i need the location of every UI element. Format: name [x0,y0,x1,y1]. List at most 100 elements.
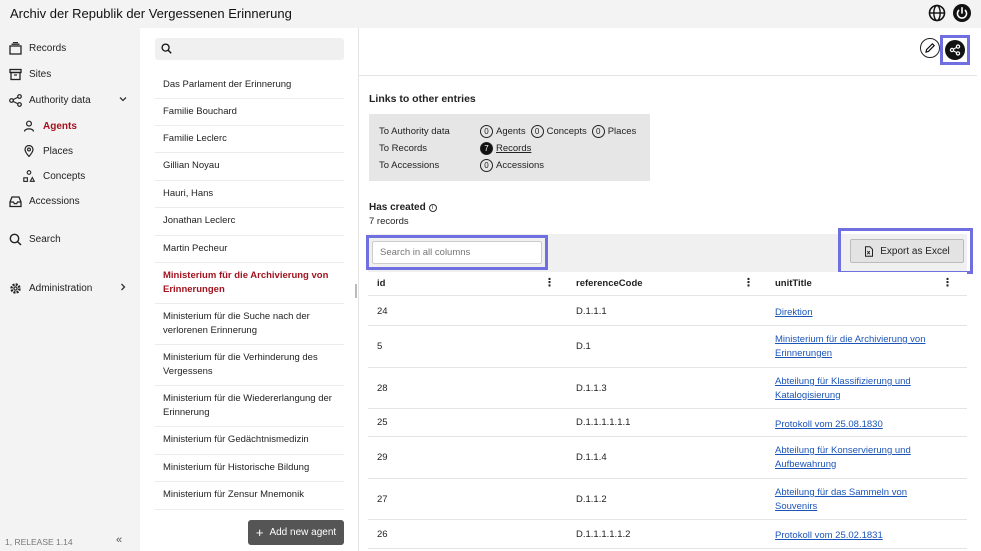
export-excel-button[interactable]: Export as Excel [850,239,964,263]
table-row[interactable]: 5 D.1 Ministerium für die Archivierung von… [368,326,967,368]
count-badge: 0 [530,124,544,138]
has-created-title: Has created i [369,202,437,213]
table-search-input[interactable] [372,241,542,264]
sidebar-item-agents[interactable]: Agents [22,117,132,135]
cell-unit-title-link[interactable]: Abteilung für Konservierung und Aufbewah… [775,444,945,471]
agent-list-item[interactable]: Ministerium für Gedächtnismedizin [163,433,338,447]
concepts-icon [22,169,36,183]
share-button[interactable] [945,40,965,60]
records-link[interactable]: Records [496,143,531,154]
resize-handle[interactable] [355,284,357,298]
column-header-referencecode[interactable]: referenceCode [576,278,643,289]
cell-reference-code: D.1.1.1.1.1.2 [576,529,631,540]
top-bar: Archiv der Republik der Vergessenen Erin… [0,0,981,28]
agent-list-item[interactable]: Martin Pecheur [163,242,338,256]
cell-reference-code: D.1.1.3 [576,383,607,394]
column-menu-icon[interactable]: ⋮ [743,276,754,289]
cell-id: 27 [377,494,388,505]
list-divider [155,125,344,126]
column-menu-icon[interactable]: ⋮ [544,276,555,289]
file-icon [864,245,874,257]
column-header-id[interactable]: id [377,278,385,289]
list-divider [155,235,344,236]
column-menu-icon[interactable]: ⋮ [942,276,953,289]
agents-list-panel: Das Parlament der Erinnerung Familie Bouc… [140,28,355,551]
inbox-icon [8,194,22,208]
add-new-agent-button[interactable]: + Add new agent [248,520,344,545]
list-search-input[interactable] [155,38,344,60]
table-row[interactable]: 29 D.1.1.4 Abteilung für Konservierung und… [368,437,967,479]
header-divider [359,75,977,76]
table-row[interactable]: 25 D.1.1.1.1.1.1 Protokoll vom 25.08.1830 [368,409,967,437]
cell-reference-code: D.1.1.1 [576,306,607,317]
detail-panel: Links to other entries To Authority data… [359,28,981,551]
list-divider [155,262,344,263]
list-divider [155,207,344,208]
table-row[interactable]: 24 D.1.1.1 Direktion [368,297,967,326]
list-divider [155,454,344,455]
collapse-sidebar-button[interactable]: « [116,534,122,546]
table-row[interactable]: 26 D.1.1.1.1.1.2 Protokoll vom 25.02.1831 [368,520,967,549]
list-divider [155,180,344,181]
agent-list-item[interactable]: Ministerium für die Archivierung von Eri… [163,269,338,297]
sidebar-item-authority-data[interactable]: Authority data [8,91,132,109]
chevron-down-icon[interactable] [118,94,128,104]
cell-reference-code: D.1.1.2 [576,494,607,505]
table-row[interactable]: 27 D.1.1.2 Abteilung für das Sammeln von S… [368,479,967,520]
sidebar-item-administration[interactable]: Administration [8,279,132,297]
chevron-right-icon[interactable] [118,282,128,292]
has-created-count: 7 records [369,216,409,227]
power-icon[interactable] [951,2,973,24]
sidebar-item-places[interactable]: Places [22,142,132,160]
share-icon [949,44,961,56]
cell-id: 24 [377,306,388,317]
cell-id: 25 [377,417,388,428]
cell-reference-code: D.1.1.4 [576,452,607,463]
agent-list-item[interactable]: Ministerium für Historische Bildung [163,461,338,475]
cell-unit-title-link[interactable]: Ministerium für die Archivierung von Eri… [775,333,945,360]
links-section-title: Links to other entries [369,93,476,105]
cell-unit-title-link[interactable]: Protokoll vom 25.02.1831 [775,529,945,543]
list-divider [155,481,344,482]
cell-unit-title-link[interactable]: Abteilung für das Sammeln von Souvenirs [775,486,945,513]
list-divider [155,509,344,510]
column-header-unittitle[interactable]: unitTitle [775,278,812,289]
list-divider [155,152,344,153]
cell-id: 29 [377,452,388,463]
release-version: 1, RELEASE 1.14 [5,537,73,547]
list-divider [155,98,344,99]
sidebar-item-concepts[interactable]: Concepts [22,167,132,185]
pencil-icon [924,42,936,54]
person-icon [22,119,36,133]
agent-list-item[interactable]: Ministerium für die Verhinderung des Ver… [163,351,338,379]
agent-list-item[interactable]: Gillian Noyau [163,159,338,173]
agent-list-item[interactable]: Familie Leclerc [163,132,338,146]
globe-icon[interactable] [926,2,948,24]
info-icon[interactable]: i [428,203,437,212]
agent-list-item[interactable]: Jonathan Leclerc [163,214,338,228]
export-highlight: Export as Excel [838,228,973,274]
sidebar-item-search[interactable]: Search [8,230,132,248]
agent-list-item[interactable]: Ministerium für Zensur Mnemonik [163,488,338,502]
sidebar-item-records[interactable]: Records [8,39,132,57]
agent-list-item[interactable]: Hauri, Hans [163,187,338,201]
sites-icon [8,67,22,81]
links-row-records: To Records 7 Records [379,141,532,155]
cell-id: 5 [377,341,383,352]
sidebar-item-accessions[interactable]: Accessions [8,192,132,210]
edit-button[interactable] [920,38,940,58]
table-search-highlight [366,235,548,270]
sidebar: Records Sites Authority data Agents Plac… [0,28,140,551]
share-nodes-icon [8,93,22,107]
links-row-authority: To Authority data 0 Agents 0 Concepts 0 Pla… [379,124,637,138]
table-row[interactable]: 28 D.1.1.3 Abteilung für Klassifizierung u… [368,368,967,409]
agent-list-item[interactable]: Das Parlament der Erinnerung [163,78,338,92]
sidebar-item-sites[interactable]: Sites [8,65,132,83]
cell-unit-title-link[interactable]: Protokoll vom 25.08.1830 [775,418,945,432]
agent-list-item[interactable]: Ministerium für die Suche nach der verlo… [163,310,338,338]
cell-unit-title-link[interactable]: Abteilung für Klassifizierung und Katalo… [775,375,945,402]
list-divider [155,303,344,304]
agent-list-item[interactable]: Familie Bouchard [163,105,338,119]
cell-unit-title-link[interactable]: Direktion [775,306,945,320]
agent-list-item[interactable]: Ministerium für die Wiedererlangung der … [163,392,338,420]
